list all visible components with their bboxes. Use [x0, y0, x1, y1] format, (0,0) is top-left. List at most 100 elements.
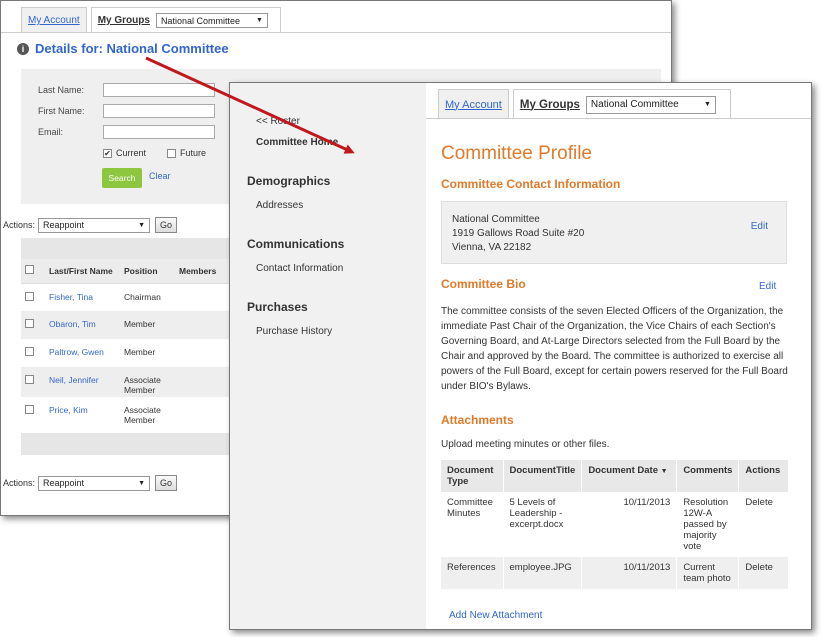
contact-address-line1: 1919 Gallows Road Suite #20 — [452, 228, 585, 239]
back-tabbar: My Account My Groups National Committee ▼ — [21, 7, 281, 33]
chevron-down-icon: ▼ — [138, 221, 146, 229]
select-all-cell — [21, 259, 45, 284]
delete-link[interactable]: Delete — [738, 492, 789, 557]
doc-title-link[interactable]: 5 Levels of Leadership - excerpt.docx — [503, 492, 583, 557]
sidebar-heading-demographics: Demographics — [247, 174, 331, 188]
member-name[interactable]: Neil, Jennifer — [45, 367, 120, 397]
email-input[interactable] — [103, 125, 215, 139]
sidebar-item-committee-home[interactable]: Committee Home — [256, 137, 338, 148]
tab-my-groups[interactable]: My Groups National Committee ▼ — [90, 7, 281, 33]
current-filter[interactable]: ✔ Current — [103, 148, 146, 158]
bio-heading: Committee Bio — [441, 277, 526, 291]
tab-my-groups[interactable]: My Groups National Committee ▼ — [512, 89, 731, 119]
doc-date: 10/11/2013 — [581, 492, 678, 557]
contact-heading: Committee Contact Information — [441, 177, 621, 191]
info-icon: i — [17, 42, 29, 55]
group-select-value: National Committee — [590, 99, 679, 110]
first-name-input[interactable] — [103, 104, 215, 118]
row-select — [21, 367, 45, 397]
doc-type: Committee Minutes — [441, 492, 504, 557]
col-comments[interactable]: Comments — [676, 460, 740, 492]
tab-divider — [426, 118, 811, 119]
attachments-heading: Attachments — [441, 413, 514, 427]
member-position: Member — [120, 311, 175, 339]
col-document-type[interactable]: Document Type — [441, 460, 504, 492]
future-filter[interactable]: Future — [167, 148, 206, 158]
current-checkbox[interactable]: ✔ — [103, 148, 112, 158]
go-button-label: Go — [160, 220, 173, 230]
tab-my-account[interactable]: My Account — [21, 7, 87, 33]
actions-select[interactable]: Reappoint ▼ — [38, 217, 151, 233]
row-checkbox[interactable] — [25, 291, 34, 301]
sidebar-item-purchase-history[interactable]: Purchase History — [256, 326, 332, 337]
row-checkbox[interactable] — [25, 319, 34, 328]
col-document-date[interactable]: Document Date ▼ — [581, 460, 678, 492]
sidebar-item-addresses[interactable]: Addresses — [256, 200, 303, 211]
row-select — [21, 339, 45, 367]
doc-comments: Resolution 12W-A passed by majority vote — [676, 492, 740, 557]
member-name[interactable]: Obaron, Tim — [45, 311, 120, 339]
add-attachment-link[interactable]: Add New Attachment — [449, 610, 542, 621]
sidebar: << Roster Committee Home Demographics Ad… — [230, 83, 426, 629]
doc-title-link[interactable]: employee.JPG — [503, 557, 583, 589]
actions-label: Actions: — [3, 220, 36, 230]
page-title: Committee Profile — [441, 143, 592, 164]
contact-box: National Committee 1919 Gallows Road Sui… — [441, 201, 787, 264]
tab-my-account[interactable]: My Account — [438, 89, 509, 119]
clear-link[interactable]: Clear — [149, 171, 171, 181]
last-name-label: Last Name: — [38, 85, 85, 95]
doc-comments: Current team photo — [676, 557, 740, 589]
tab-divider — [1, 32, 671, 33]
col-name[interactable]: Last/First Name — [45, 259, 120, 284]
member-name[interactable]: Price, Kim — [45, 397, 120, 427]
go-button-label: Go — [160, 478, 173, 488]
sidebar-item-roster[interactable]: << Roster — [256, 116, 300, 127]
bio-edit-link[interactable]: Edit — [759, 281, 776, 292]
select-all-checkbox[interactable] — [25, 265, 34, 275]
go-button[interactable]: Go — [155, 217, 178, 233]
group-select[interactable]: National Committee ▼ — [155, 13, 268, 28]
front-tabbar: My Account My Groups National Committee ▼ — [438, 89, 731, 119]
email-label: Email: — [38, 127, 64, 137]
row-checkbox[interactable] — [25, 375, 34, 384]
attachments-table: Document Type DocumentTitle Document Dat… — [441, 460, 789, 589]
future-label: Future — [180, 148, 207, 158]
contact-edit-link[interactable]: Edit — [751, 220, 768, 234]
member-name[interactable]: Fisher, Tina — [45, 283, 120, 311]
col-position[interactable]: Position — [120, 259, 175, 284]
col-actions: Actions — [738, 460, 789, 492]
tab-my-groups-label: My Groups — [97, 15, 150, 26]
delete-link[interactable]: Delete — [738, 557, 789, 589]
future-checkbox[interactable] — [167, 148, 176, 158]
col-document-date-label: Document Date — [588, 465, 658, 476]
details-title: Details for: National Committee — [35, 41, 229, 56]
table-row: Committee Minutes 5 Levels of Leadership… — [441, 492, 789, 557]
group-select-value: National Committee — [160, 15, 240, 26]
actions-value: Reappoint — [43, 220, 85, 230]
row-select — [21, 283, 45, 311]
member-position: Chairman — [124, 291, 161, 302]
table-header: Document Type DocumentTitle Document Dat… — [441, 460, 789, 492]
go-button[interactable]: Go — [155, 475, 178, 491]
actions-select[interactable]: Reappoint ▼ — [38, 475, 151, 491]
group-select[interactable]: National Committee ▼ — [585, 95, 716, 114]
last-name-input[interactable] — [103, 83, 215, 97]
sidebar-item-contact-information[interactable]: Contact Information — [256, 263, 343, 274]
search-button[interactable]: Search — [102, 168, 142, 188]
bio-text: The committee consists of the seven Elec… — [441, 306, 788, 392]
sidebar-heading-communications: Communications — [247, 237, 345, 251]
member-position: Associate Member — [124, 405, 161, 425]
committee-profile-window: << Roster Committee Home Demographics Ad… — [229, 82, 812, 630]
tab-my-account-label: My Account — [28, 15, 80, 26]
details-header: i Details for: National Committee — [17, 41, 229, 56]
current-label: Current — [116, 148, 147, 158]
contact-name: National Committee — [452, 214, 540, 225]
row-checkbox[interactable] — [25, 405, 34, 414]
actions-value: Reappoint — [43, 478, 85, 488]
member-name[interactable]: Paltrow, Gwen — [45, 339, 120, 367]
actions-bottom: Actions: Reappoint ▼ Go — [3, 475, 178, 491]
row-checkbox[interactable] — [25, 347, 34, 356]
actions-top: Actions: Reappoint ▼ Go — [3, 217, 178, 233]
contact-address-line2: Vienna, VA 22182 — [452, 242, 532, 253]
col-document-title[interactable]: DocumentTitle — [503, 460, 583, 492]
